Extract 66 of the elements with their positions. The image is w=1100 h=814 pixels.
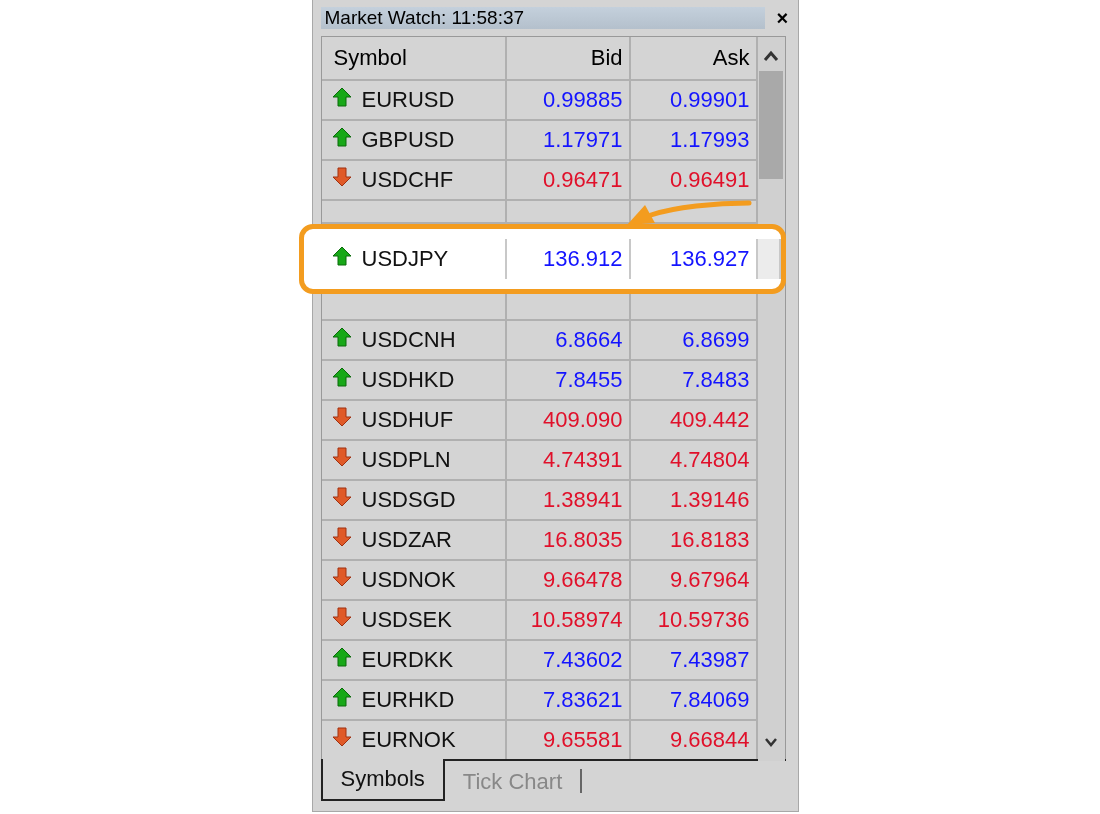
symbol-name: USDHKD [361, 367, 455, 393]
window-title: Market Watch: 11:58:37 [320, 7, 765, 29]
ask-cell: 409.442 [630, 401, 758, 441]
up-arrow-icon [331, 687, 352, 707]
down-arrow-icon [331, 167, 352, 187]
bid-cell: 7.83621 [506, 681, 631, 721]
symbol-name: EURHKD [361, 687, 455, 713]
ask-cell: 0.99901 [630, 81, 758, 121]
symbol-name: USDZAR [361, 527, 452, 553]
bid-cell: 10.58974 [506, 601, 631, 641]
symbol-name: USDPLN [361, 447, 451, 473]
bid-cell: 6.8664 [506, 321, 631, 361]
up-arrow-icon [331, 367, 352, 387]
down-arrow-icon [331, 447, 352, 467]
down-arrow-icon [331, 727, 352, 747]
bid-cell: 7.8455 [506, 361, 631, 401]
column-header[interactable]: Ask [630, 37, 758, 81]
bid-cell: 1.38941 [506, 481, 631, 521]
tab[interactable]: Symbols [320, 759, 445, 801]
chevron-up-icon [763, 50, 779, 62]
ask-cell: 9.67964 [630, 561, 758, 601]
column-header[interactable]: Bid [506, 37, 631, 81]
up-arrow-icon [331, 87, 352, 107]
ask-cell: 7.8483 [630, 361, 758, 401]
symbol-name: USDJPY [361, 246, 449, 272]
close-button[interactable]: × [774, 8, 791, 28]
symbol-name: USDSGD [361, 487, 456, 513]
symbol-name: EURUSD [361, 87, 455, 113]
down-arrow-icon [331, 407, 352, 427]
ask-cell: 7.84069 [630, 681, 758, 721]
up-arrow-icon [331, 327, 352, 347]
ask-cell: 6.8699 [630, 321, 758, 361]
ask-cell: 16.8183 [630, 521, 758, 561]
symbol-name: EURDKK [361, 647, 454, 673]
symbol-name: USDCHF [361, 167, 454, 193]
ask-cell: 0.96491 [630, 161, 758, 201]
chevron-down-icon [764, 737, 778, 747]
bid-cell: 0.99885 [506, 81, 631, 121]
bid-cell: 9.66478 [506, 561, 631, 601]
bid-cell: 0.96471 [506, 161, 631, 201]
scrollbar-thumb[interactable] [759, 71, 783, 179]
down-arrow-icon [331, 607, 352, 627]
bid-cell: 1.17971 [506, 121, 631, 161]
bid-cell: 4.74391 [506, 441, 631, 481]
symbol-name: EURNOK [361, 727, 456, 753]
scrollbar-track [757, 239, 781, 279]
symbol-name: USDHUF [361, 407, 454, 433]
column-header[interactable]: Symbol [321, 37, 507, 81]
ask-cell: 10.59736 [630, 601, 758, 641]
down-arrow-icon [331, 487, 352, 507]
symbol-name: GBPUSD [361, 127, 455, 153]
ask-cell: 4.74804 [630, 441, 758, 481]
down-arrow-icon [331, 527, 352, 547]
up-arrow-icon [331, 246, 352, 266]
bid-cell: 7.43602 [506, 641, 631, 681]
down-arrow-icon [331, 567, 352, 587]
ask-cell: 1.17993 [630, 121, 758, 161]
ask-cell: 7.43987 [630, 641, 758, 681]
bid-cell: 16.8035 [506, 521, 631, 561]
up-arrow-icon [331, 127, 352, 147]
symbol-name: USDSEK [361, 607, 452, 633]
symbol-name: USDCNH [361, 327, 456, 353]
up-arrow-icon [331, 647, 352, 667]
ask-cell: 1.39146 [630, 481, 758, 521]
bid-cell: 409.090 [506, 401, 631, 441]
symbol-name: USDNOK [361, 567, 456, 593]
